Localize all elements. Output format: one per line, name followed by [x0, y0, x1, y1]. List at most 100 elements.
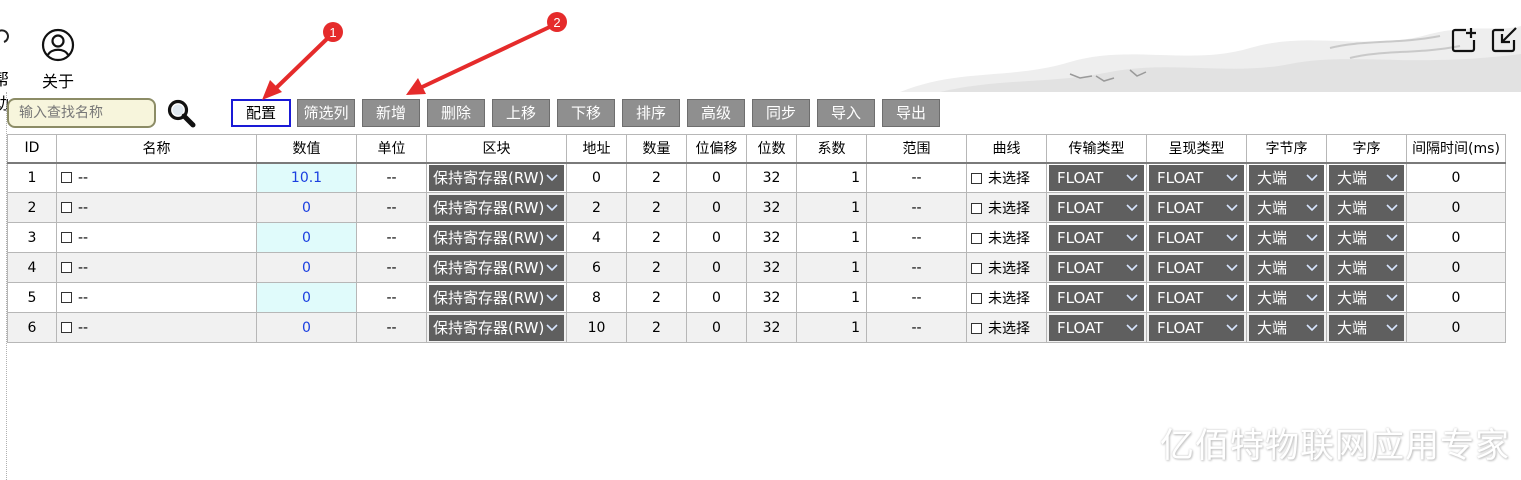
- col-header-id[interactable]: ID: [7, 134, 57, 164]
- cell-curve[interactable]: 未选择: [966, 252, 1047, 283]
- row-select-checkbox[interactable]: [61, 291, 72, 303]
- cell-word-order[interactable]: 大端: [1326, 312, 1407, 343]
- word-order-select[interactable]: 大端: [1329, 254, 1404, 281]
- col-header-word-order[interactable]: 字序: [1326, 134, 1407, 164]
- byte-order-select[interactable]: 大端: [1249, 164, 1324, 191]
- config-button[interactable]: 配置: [231, 99, 291, 127]
- col-header-bit-offset[interactable]: 位偏移: [686, 134, 747, 164]
- cell-name[interactable]: --: [56, 222, 257, 253]
- sort-button[interactable]: 排序: [622, 99, 680, 127]
- byte-order-select[interactable]: 大端: [1249, 314, 1324, 341]
- cell-value[interactable]: 0: [256, 282, 357, 313]
- curve-checkbox[interactable]: [971, 172, 982, 184]
- col-header-value[interactable]: 数值: [256, 134, 357, 164]
- display-type-select[interactable]: FLOAT: [1149, 254, 1244, 281]
- cell-value[interactable]: 10.1: [256, 162, 357, 193]
- transfer-type-select[interactable]: FLOAT: [1049, 284, 1144, 311]
- cell-word-order[interactable]: 大端: [1326, 282, 1407, 313]
- cell-value[interactable]: 0: [256, 192, 357, 223]
- search-input[interactable]: [7, 98, 156, 128]
- curve-checkbox[interactable]: [971, 292, 982, 304]
- cell-block[interactable]: 保持寄存器(RW): [426, 312, 567, 343]
- transfer-type-select[interactable]: FLOAT: [1049, 194, 1144, 221]
- col-header-range[interactable]: 范围: [866, 134, 967, 164]
- col-header-factor[interactable]: 系数: [796, 134, 867, 164]
- cell-curve[interactable]: 未选择: [966, 162, 1047, 193]
- add-window-icon[interactable]: [1450, 26, 1478, 54]
- transfer-type-select[interactable]: FLOAT: [1049, 254, 1144, 281]
- table-row[interactable]: 6 -- 0 -- 保持寄存器(RW) 10 2 0 32 1 -- 未选择 F…: [7, 312, 1506, 343]
- move-down-button[interactable]: 下移: [557, 99, 615, 127]
- shrink-window-icon[interactable]: [1490, 26, 1518, 54]
- curve-checkbox[interactable]: [971, 322, 982, 334]
- cell-name[interactable]: --: [56, 252, 257, 283]
- cell-name[interactable]: --: [56, 162, 257, 193]
- col-header-bits[interactable]: 位数: [746, 134, 797, 164]
- filter-columns-button[interactable]: 筛选列: [297, 99, 355, 127]
- block-select[interactable]: 保持寄存器(RW): [429, 284, 564, 311]
- curve-checkbox[interactable]: [971, 202, 982, 214]
- word-order-select[interactable]: 大端: [1329, 284, 1404, 311]
- cell-display-type[interactable]: FLOAT: [1146, 162, 1247, 193]
- curve-checkbox[interactable]: [971, 262, 982, 274]
- table-row[interactable]: 1 -- 10.1 -- 保持寄存器(RW) 0 2 0 32 1 -- 未选择…: [7, 162, 1506, 193]
- row-select-checkbox[interactable]: [61, 261, 72, 273]
- cell-byte-order[interactable]: 大端: [1246, 252, 1327, 283]
- display-type-select[interactable]: FLOAT: [1149, 314, 1244, 341]
- col-header-byte-order[interactable]: 字节序: [1246, 134, 1327, 164]
- block-select[interactable]: 保持寄存器(RW): [429, 194, 564, 221]
- word-order-select[interactable]: 大端: [1329, 314, 1404, 341]
- col-header-interval[interactable]: 间隔时间(ms): [1406, 134, 1506, 164]
- col-header-display-type[interactable]: 呈现类型: [1146, 134, 1247, 164]
- search-icon[interactable]: [166, 98, 196, 128]
- table-row[interactable]: 2 -- 0 -- 保持寄存器(RW) 2 2 0 32 1 -- 未选择 FL…: [7, 192, 1506, 223]
- col-header-count[interactable]: 数量: [626, 134, 687, 164]
- cell-block[interactable]: 保持寄存器(RW): [426, 222, 567, 253]
- import-button[interactable]: 导入: [817, 99, 875, 127]
- col-header-address[interactable]: 地址: [566, 134, 627, 164]
- cell-transfer-type[interactable]: FLOAT: [1046, 162, 1147, 193]
- col-header-curve[interactable]: 曲线: [966, 134, 1047, 164]
- cell-transfer-type[interactable]: FLOAT: [1046, 252, 1147, 283]
- block-select[interactable]: 保持寄存器(RW): [429, 254, 564, 281]
- cell-block[interactable]: 保持寄存器(RW): [426, 162, 567, 193]
- display-type-select[interactable]: FLOAT: [1149, 224, 1244, 251]
- col-header-transfer-type[interactable]: 传输类型: [1046, 134, 1147, 164]
- nav-about[interactable]: 关于: [38, 28, 78, 92]
- cell-block[interactable]: 保持寄存器(RW): [426, 282, 567, 313]
- byte-order-select[interactable]: 大端: [1249, 224, 1324, 251]
- cell-transfer-type[interactable]: FLOAT: [1046, 312, 1147, 343]
- row-select-checkbox[interactable]: [61, 231, 72, 243]
- word-order-select[interactable]: 大端: [1329, 164, 1404, 191]
- delete-button[interactable]: 删除: [427, 99, 485, 127]
- cell-display-type[interactable]: FLOAT: [1146, 222, 1247, 253]
- cell-curve[interactable]: 未选择: [966, 282, 1047, 313]
- cell-word-order[interactable]: 大端: [1326, 162, 1407, 193]
- table-row[interactable]: 4 -- 0 -- 保持寄存器(RW) 6 2 0 32 1 -- 未选择 FL…: [7, 252, 1506, 283]
- col-header-unit[interactable]: 单位: [356, 134, 427, 164]
- table-row[interactable]: 3 -- 0 -- 保持寄存器(RW) 4 2 0 32 1 -- 未选择 FL…: [7, 222, 1506, 253]
- cell-value[interactable]: 0: [256, 312, 357, 343]
- block-select[interactable]: 保持寄存器(RW): [429, 314, 564, 341]
- cell-byte-order[interactable]: 大端: [1246, 282, 1327, 313]
- add-button[interactable]: 新增: [362, 99, 420, 127]
- cell-display-type[interactable]: FLOAT: [1146, 252, 1247, 283]
- cell-byte-order[interactable]: 大端: [1246, 312, 1327, 343]
- cell-curve[interactable]: 未选择: [966, 192, 1047, 223]
- cell-value[interactable]: 0: [256, 222, 357, 253]
- cell-name[interactable]: --: [56, 282, 257, 313]
- transfer-type-select[interactable]: FLOAT: [1049, 314, 1144, 341]
- table-row[interactable]: 5 -- 0 -- 保持寄存器(RW) 8 2 0 32 1 -- 未选择 FL…: [7, 282, 1506, 313]
- cell-curve[interactable]: 未选择: [966, 222, 1047, 253]
- cell-display-type[interactable]: FLOAT: [1146, 282, 1247, 313]
- cell-word-order[interactable]: 大端: [1326, 192, 1407, 223]
- cell-name[interactable]: --: [56, 192, 257, 223]
- cell-curve[interactable]: 未选择: [966, 312, 1047, 343]
- transfer-type-select[interactable]: FLOAT: [1049, 224, 1144, 251]
- cell-block[interactable]: 保持寄存器(RW): [426, 192, 567, 223]
- cell-byte-order[interactable]: 大端: [1246, 222, 1327, 253]
- col-header-name[interactable]: 名称: [56, 134, 257, 164]
- display-type-select[interactable]: FLOAT: [1149, 164, 1244, 191]
- export-button[interactable]: 导出: [882, 99, 940, 127]
- byte-order-select[interactable]: 大端: [1249, 194, 1324, 221]
